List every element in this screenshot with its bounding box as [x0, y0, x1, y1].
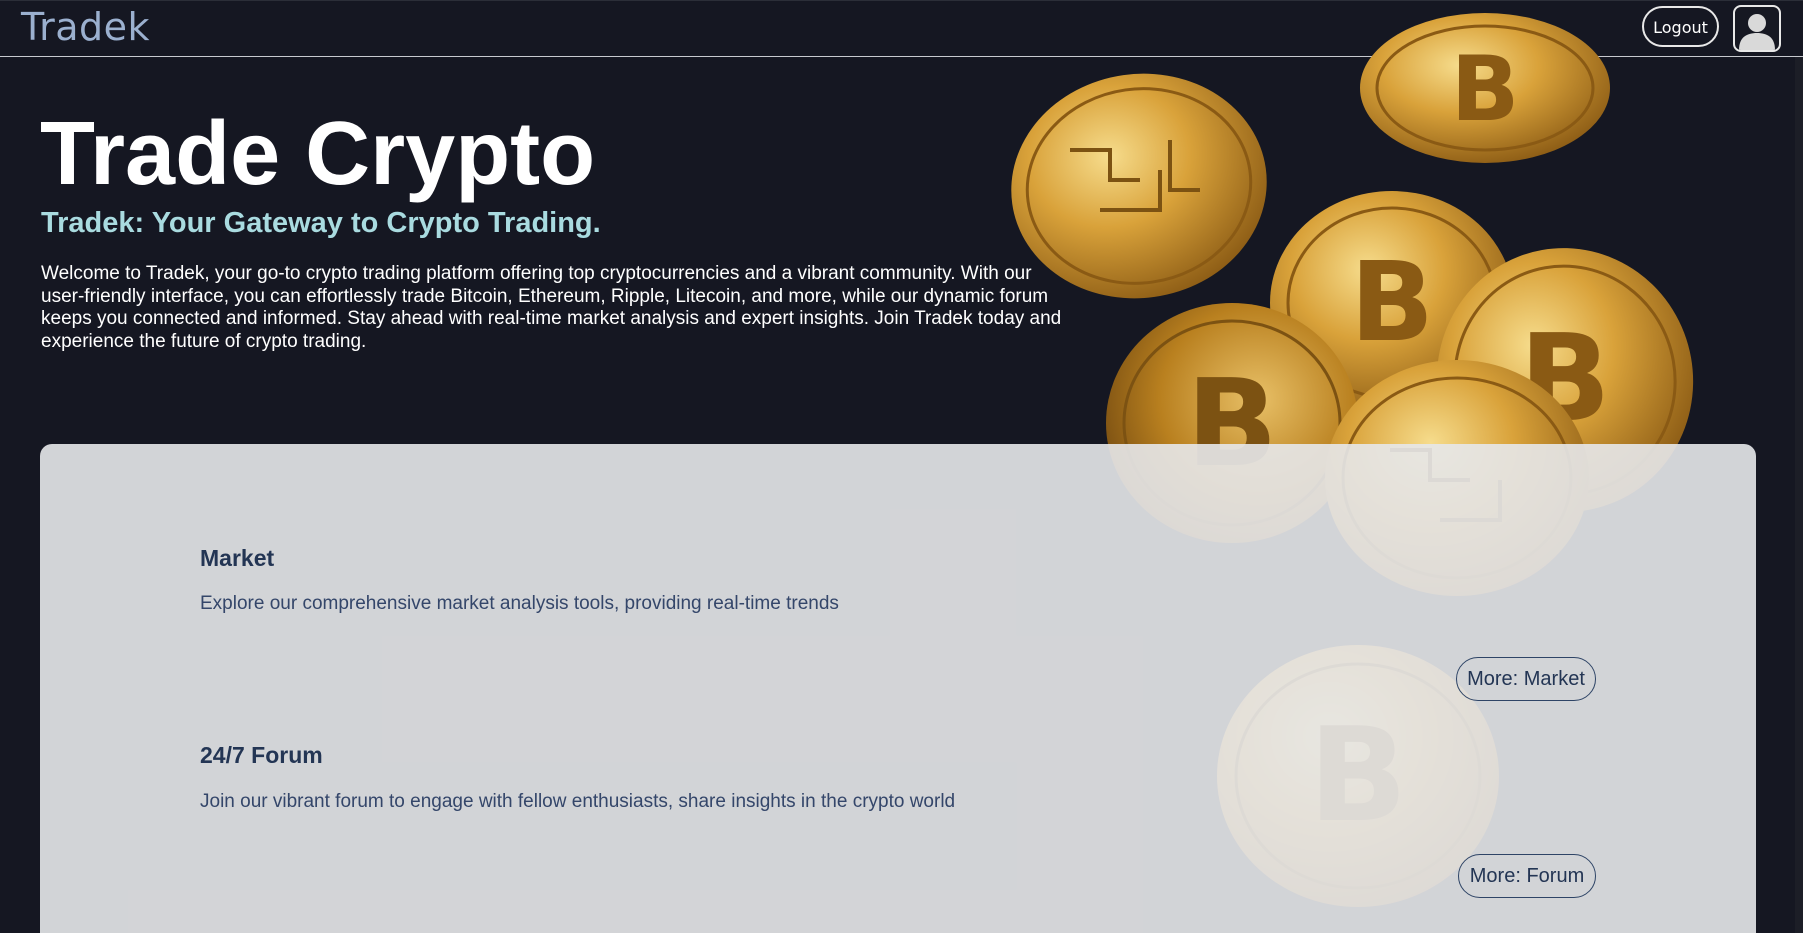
page: Tradek Logout B B B B Trade Crypto Trade… — [0, 0, 1803, 933]
coin-bitcoin-middle: B — [1270, 191, 1514, 415]
svg-text:B: B — [1350, 238, 1434, 366]
navbar: Tradek Logout — [0, 0, 1803, 57]
user-avatar-icon[interactable] — [1733, 5, 1781, 52]
more-market-button[interactable]: More: Market — [1456, 657, 1596, 701]
feature-description: Join our vibrant forum to engage with fe… — [200, 791, 956, 812]
features-card: Market Explore our comprehensive market … — [40, 444, 1756, 933]
scrollbar[interactable] — [1795, 57, 1803, 933]
more-forum-button[interactable]: More: Forum — [1458, 854, 1596, 898]
logout-button[interactable]: Logout — [1642, 6, 1719, 47]
page-title: Trade Crypto — [40, 104, 596, 204]
feature-description: Explore our comprehensive market analysi… — [200, 593, 839, 614]
intro-paragraph: Welcome to Tradek, your go-to crypto tra… — [41, 263, 1062, 352]
svg-text:B: B — [1519, 310, 1610, 449]
feature-title: Market — [200, 545, 275, 571]
user-silhouette-icon — [1739, 14, 1775, 50]
brand-logo[interactable]: Tradek — [21, 3, 150, 51]
feature-title: 24/7 Forum — [200, 742, 323, 768]
page-subtitle: Tradek: Your Gateway to Crypto Trading. — [41, 207, 601, 239]
